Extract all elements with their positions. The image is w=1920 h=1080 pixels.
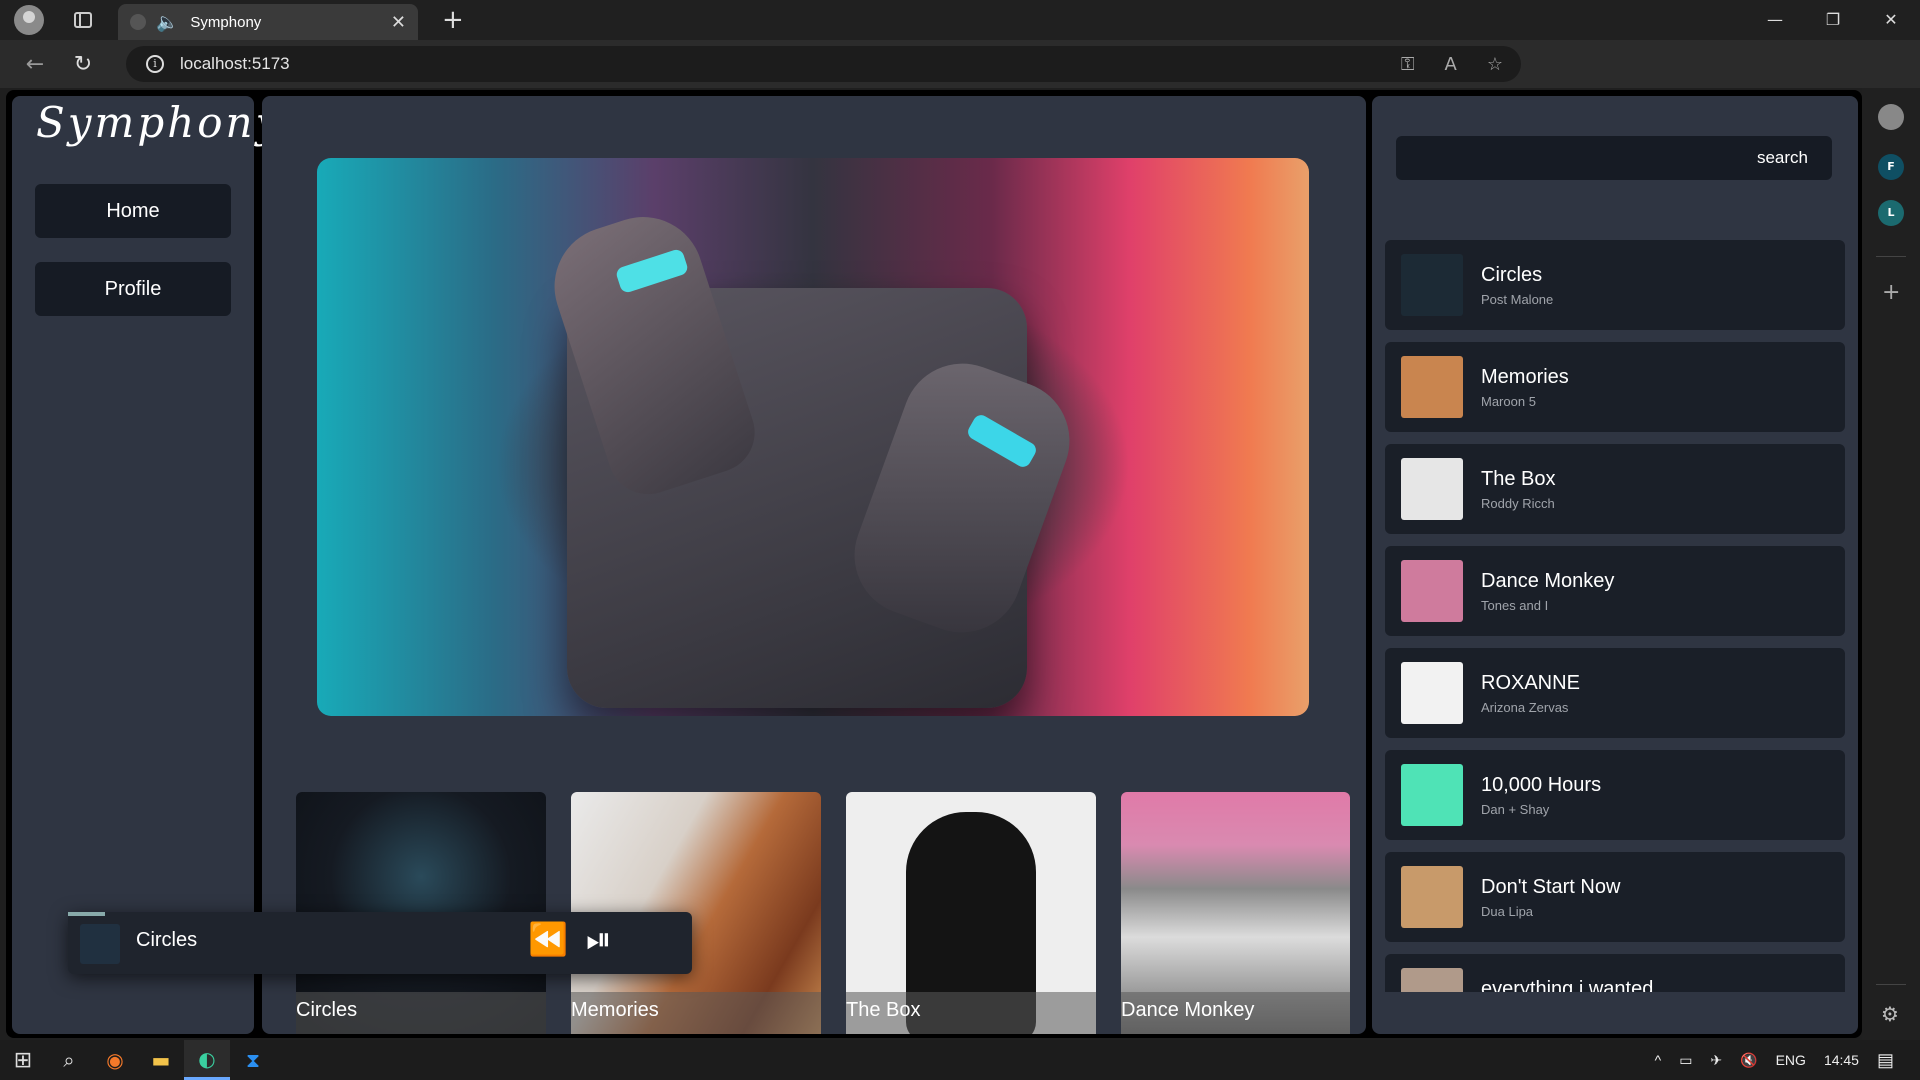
edge-browser-icon[interactable]: ◐ — [184, 1040, 230, 1080]
profile-avatar-icon[interactable] — [14, 5, 44, 35]
now-playing-thumbnail — [80, 924, 120, 964]
blender-app-icon[interactable]: ◉ — [92, 1040, 138, 1080]
song-list-item[interactable]: 10,000 Hours Dan + Shay — [1385, 750, 1845, 840]
clock[interactable]: 14:45 — [1824, 1052, 1859, 1068]
card-title: Memories — [571, 992, 821, 1034]
main-content: Circles Memories The Box Dance Monkey — [262, 96, 1366, 1034]
playback-progress[interactable] — [68, 912, 106, 916]
card-title: The Box — [846, 992, 1096, 1034]
hero-banner-image — [317, 158, 1309, 716]
refresh-icon[interactable]: ↻ — [70, 52, 96, 77]
song-cover-art — [1401, 560, 1463, 622]
address-bar[interactable]: i localhost:5173 ⚿ A ☆ — [126, 46, 1521, 82]
sidebar-search-icon[interactable] — [1878, 104, 1904, 130]
taskbar-search-icon[interactable]: ⌕ — [46, 1040, 92, 1080]
maximize-button[interactable]: ❐ — [1804, 0, 1862, 40]
show-hidden-icons-icon[interactable]: ^ — [1655, 1052, 1662, 1068]
address-url[interactable]: localhost:5173 — [180, 54, 290, 74]
tab-title: Symphony — [190, 13, 262, 31]
speaker-icon[interactable]: 🔈 — [156, 12, 178, 33]
file-explorer-icon[interactable]: ▬ — [138, 1040, 184, 1080]
read-aloud-icon[interactable]: A — [1445, 54, 1457, 75]
mini-player: Circles ⏪ ⏯ — [68, 912, 692, 974]
notifications-icon[interactable]: ▤ — [1877, 1050, 1894, 1071]
right-sidebar: search Circles Post Malone Memories Maroon … — [1372, 96, 1858, 1034]
song-artist: Roddy Ricch — [1481, 496, 1555, 511]
song-artist: Arizona Zervas — [1481, 700, 1569, 715]
volume-muted-icon[interactable]: 🔇 — [1740, 1052, 1757, 1069]
tab-favicon-icon — [130, 14, 146, 30]
sidebar-divider — [1876, 256, 1906, 257]
song-title: everything i wanted — [1481, 978, 1654, 992]
song-cover-art — [1401, 866, 1463, 928]
song-list-item[interactable]: Dance Monkey Tones and I — [1385, 546, 1845, 636]
back-arrow-icon[interactable]: ← — [22, 52, 48, 77]
sidebar-divider — [1876, 984, 1906, 985]
system-tray: ^ ▭ ✈ 🔇 ENG 14:45 ▤ — [1655, 1040, 1920, 1080]
airplane-mode-icon[interactable]: ✈ — [1710, 1052, 1722, 1069]
tab-close-icon[interactable]: ✕ — [391, 12, 406, 33]
windows-start-icon[interactable]: ⊞ — [0, 1040, 46, 1080]
song-list-item[interactable]: Don't Start Now Dua Lipa — [1385, 852, 1845, 942]
song-list-item[interactable]: ROXANNE Arizona Zervas — [1385, 648, 1845, 738]
song-list: Circles Post Malone Memories Maroon 5 The Bo… — [1385, 240, 1845, 992]
song-list-item[interactable]: The Box Roddy Ricch — [1385, 444, 1845, 534]
battery-icon[interactable]: ▭ — [1679, 1052, 1692, 1069]
song-artist: Dua Lipa — [1481, 904, 1534, 919]
site-info-icon[interactable]: i — [146, 55, 164, 73]
app-logo: Symphony — [36, 98, 283, 147]
window-controls: — ❐ ✕ — [1746, 0, 1920, 40]
language-indicator[interactable]: ENG — [1776, 1052, 1806, 1068]
windows-taskbar: ⊞ ⌕ ◉ ▬ ◐ ⧗ ^ ▭ ✈ 🔇 ENG 14:45 ▤ — [0, 1040, 1920, 1080]
search-button[interactable]: search — [1757, 148, 1808, 168]
song-artist: Tones and I — [1481, 598, 1549, 613]
sidebar-add-icon[interactable]: + — [1882, 280, 1900, 305]
song-artist: Post Malone — [1481, 292, 1554, 307]
song-title: Dance Monkey — [1481, 570, 1615, 592]
rewind-icon[interactable]: ⏪ — [528, 920, 568, 958]
song-artist: Dan + Shay — [1481, 802, 1550, 817]
song-list-item[interactable]: Memories Maroon 5 — [1385, 342, 1845, 432]
now-playing-title: Circles — [136, 929, 198, 951]
sidebar-settings-icon[interactable]: ⚙ — [1881, 1002, 1899, 1026]
minimize-button[interactable]: — — [1746, 0, 1804, 40]
song-title: The Box — [1481, 468, 1556, 490]
song-list-item[interactable]: Circles Post Malone — [1385, 240, 1845, 330]
song-cover-art — [1401, 254, 1463, 316]
song-list-item[interactable]: everything i wanted — [1385, 954, 1845, 992]
edge-sidebar: F L + ⚙ — [1862, 88, 1920, 1040]
nav-home-button[interactable]: Home — [35, 184, 231, 238]
song-cover-art — [1401, 662, 1463, 724]
card-title: Circles — [296, 992, 546, 1034]
workspaces-icon[interactable] — [74, 12, 92, 28]
song-title: 10,000 Hours — [1481, 774, 1602, 796]
new-tab-button[interactable]: + — [442, 5, 464, 35]
featured-card[interactable]: Dance Monkey — [1121, 792, 1350, 1034]
song-cover-art — [1401, 356, 1463, 418]
featured-card[interactable]: The Box — [846, 792, 1096, 1034]
song-cover-art — [1401, 764, 1463, 826]
browser-tab-bar: 🔈 Symphony ✕ + — ❐ ✕ — [0, 0, 1920, 40]
vscode-icon[interactable]: ⧗ — [230, 1040, 276, 1080]
nav-profile-button[interactable]: Profile — [35, 262, 231, 316]
close-window-button[interactable]: ✕ — [1862, 0, 1920, 40]
password-key-icon[interactable]: ⚿ — [1401, 54, 1415, 75]
song-cover-art — [1401, 968, 1463, 992]
play-pause-icon[interactable]: ⏯ — [586, 920, 612, 959]
song-title: ROXANNE — [1481, 672, 1580, 694]
song-title: Don't Start Now — [1481, 876, 1621, 898]
sidebar-app-f-icon[interactable]: F — [1878, 154, 1904, 180]
sidebar-app-l-icon[interactable]: L — [1878, 200, 1904, 226]
card-title: Dance Monkey — [1121, 992, 1350, 1034]
browser-toolbar: ← ↻ i localhost:5173 ⚿ A ☆ ⚙ ◫ ✩ ⧉ ♡ ⋯ — [0, 40, 1920, 118]
song-cover-art — [1401, 458, 1463, 520]
song-artist: Maroon 5 — [1481, 394, 1536, 409]
browser-tab[interactable]: 🔈 Symphony ✕ — [118, 4, 418, 40]
song-title: Memories — [1481, 366, 1569, 388]
song-title: Circles — [1481, 264, 1543, 286]
search-input[interactable]: search — [1396, 136, 1832, 180]
favorite-star-icon[interactable]: ☆ — [1487, 54, 1503, 75]
